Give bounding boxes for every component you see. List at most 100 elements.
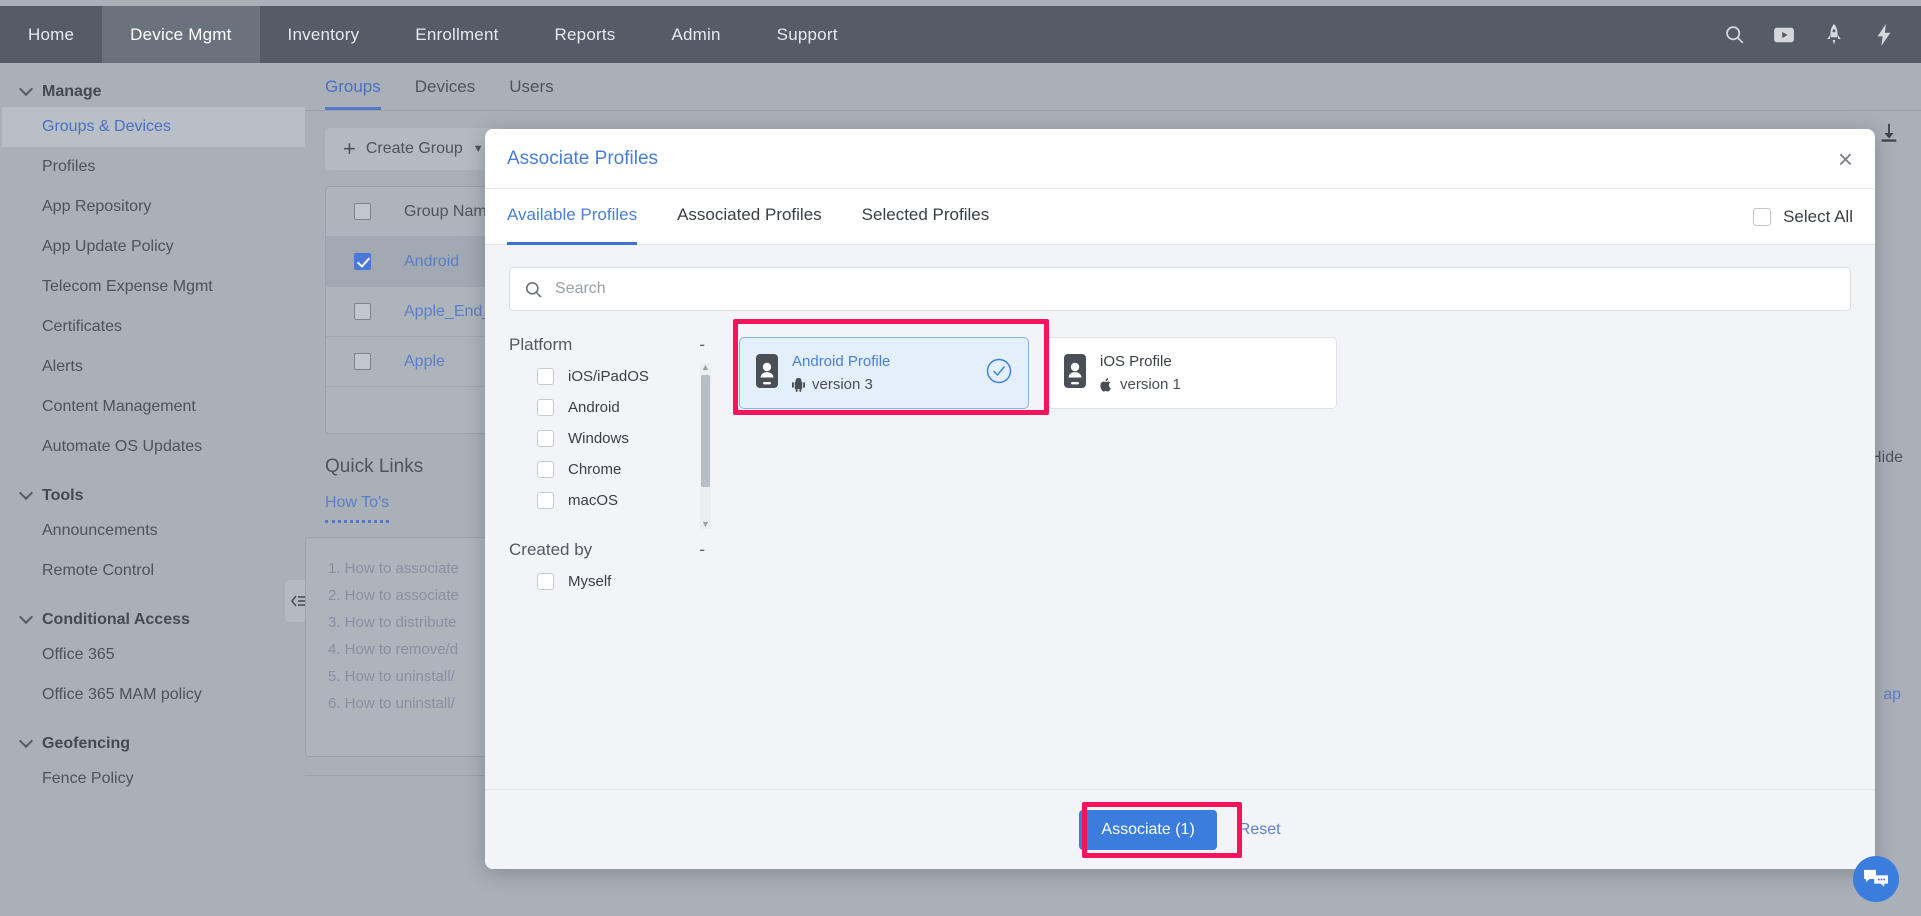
collapse-minus-icon[interactable]: -	[699, 540, 705, 560]
sidebar-group-manage: Manage Groups & Devices Profiles App Rep…	[2, 77, 305, 467]
sidebar-item-remote-control[interactable]: Remote Control	[2, 551, 305, 591]
rocket-icon[interactable]	[1823, 23, 1845, 46]
sidebar-item-groups-devices[interactable]: Groups & Devices	[2, 107, 305, 147]
tab-users[interactable]: Users	[509, 77, 553, 110]
collapse-minus-icon[interactable]: -	[699, 335, 705, 355]
sidebar-item-telecom-expense-mgmt[interactable]: Telecom Expense Mgmt	[2, 267, 305, 307]
sidebar-group-header-conditional-access[interactable]: Conditional Access	[2, 605, 305, 635]
sidebar-group-header-geofencing[interactable]: Geofencing	[2, 729, 305, 759]
sidebar-item-app-update-policy[interactable]: App Update Policy	[2, 227, 305, 267]
sidebar-group-title: Tools	[42, 487, 84, 504]
chat-support-button[interactable]	[1853, 856, 1899, 902]
search-icon[interactable]	[1723, 24, 1745, 46]
tab-selected-profiles[interactable]: Selected Profiles	[862, 189, 990, 245]
chevron-down-icon	[20, 614, 32, 626]
sidebar-item-office-365[interactable]: Office 365	[2, 635, 305, 675]
lightning-icon[interactable]	[1873, 23, 1895, 46]
search-input[interactable]	[555, 280, 1836, 298]
sidebar-group-tools: Tools Announcements Remote Control	[2, 481, 305, 591]
download-icon[interactable]	[1869, 115, 1909, 151]
dialog-footer: Associate (1) Reset	[485, 789, 1875, 869]
checkbox[interactable]	[537, 368, 554, 385]
row-checkbox[interactable]	[354, 353, 371, 370]
sidebar-group-geofencing: Geofencing Fence Policy	[2, 729, 305, 799]
profile-results-area: Android Profile version 3 iOS Profile ve…	[725, 311, 1875, 789]
profile-card-text: iOS Profile version 1	[1100, 353, 1320, 393]
search-bar	[509, 267, 1851, 311]
selected-check-icon[interactable]	[986, 358, 1012, 389]
video-icon[interactable]	[1773, 24, 1795, 46]
profile-version: version 1	[1100, 376, 1320, 393]
left-sidebar: Manage Groups & Devices Profiles App Rep…	[2, 63, 305, 914]
nav-item-enrollment[interactable]: Enrollment	[387, 6, 526, 63]
filter-scrollbar[interactable]: ▲ ▼	[700, 363, 711, 529]
map-link[interactable]: ap	[1883, 686, 1901, 704]
filter-option-myself[interactable]: Myself	[509, 566, 725, 597]
sidebar-item-profiles[interactable]: Profiles	[2, 147, 305, 187]
scroll-down-arrow-icon[interactable]: ▼	[701, 520, 710, 529]
nav-item-support[interactable]: Support	[749, 6, 866, 63]
quick-links-tab-how-tos[interactable]: How To's	[325, 494, 390, 523]
row-group-name[interactable]: Android	[404, 253, 459, 271]
nav-item-admin[interactable]: Admin	[643, 6, 748, 63]
nav-item-device-mgmt[interactable]: Device Mgmt	[102, 6, 260, 63]
sidebar-item-content-management[interactable]: Content Management	[2, 387, 305, 427]
filter-option-ios-ipados[interactable]: iOS/iPadOS	[509, 361, 725, 392]
row-checkbox[interactable]	[354, 303, 371, 320]
nav-item-reports[interactable]: Reports	[527, 6, 644, 63]
sidebar-item-automate-os-updates[interactable]: Automate OS Updates	[2, 427, 305, 467]
checkbox[interactable]	[537, 430, 554, 447]
sidebar-item-certificates[interactable]: Certificates	[2, 307, 305, 347]
associate-button[interactable]: Associate (1)	[1079, 809, 1217, 850]
profile-card-text: Android Profile version 3	[792, 353, 972, 393]
dialog-columns: Platform - iOS/iPadOS Android Windows Ch…	[485, 311, 1875, 789]
checkbox[interactable]	[537, 399, 554, 416]
select-all-checkbox[interactable]	[1753, 207, 1772, 226]
nav-item-home[interactable]: Home	[0, 6, 102, 63]
sidebar-item-office-365-mam-policy[interactable]: Office 365 MAM policy	[2, 675, 305, 715]
filter-option-chrome[interactable]: Chrome	[509, 454, 725, 485]
checkbox[interactable]	[537, 492, 554, 509]
filter-title: Platform	[509, 335, 573, 354]
chat-icon	[1864, 869, 1888, 887]
profile-card-list: Android Profile version 3 iOS Profile ve…	[739, 337, 1851, 409]
close-icon[interactable]: ×	[1838, 146, 1853, 172]
sidebar-item-announcements[interactable]: Announcements	[2, 511, 305, 551]
sidebar-item-app-repository[interactable]: App Repository	[2, 187, 305, 227]
sidebar-group-header-manage[interactable]: Manage	[2, 77, 305, 107]
nav-item-inventory[interactable]: Inventory	[260, 6, 388, 63]
row-group-name[interactable]: Apple	[404, 353, 445, 371]
plus-icon: +	[343, 136, 356, 161]
sidebar-item-fence-policy[interactable]: Fence Policy	[2, 759, 305, 799]
scrollbar-thumb[interactable]	[701, 375, 710, 487]
create-group-button[interactable]: + Create Group ▼	[325, 128, 502, 170]
filter-option-macos[interactable]: macOS	[509, 485, 725, 516]
profile-card-ios-profile[interactable]: iOS Profile version 1	[1047, 337, 1337, 409]
filter-option-windows[interactable]: Windows	[509, 423, 725, 454]
hide-link[interactable]: Hide	[1870, 449, 1903, 467]
sidebar-item-alerts[interactable]: Alerts	[2, 347, 305, 387]
checkbox[interactable]	[537, 573, 554, 590]
filter-title: Created by	[509, 540, 593, 559]
associate-profiles-dialog: Associate Profiles × Available Profiles …	[485, 129, 1875, 869]
select-all-rows-checkbox[interactable]	[354, 203, 371, 220]
sidebar-group-header-tools[interactable]: Tools	[2, 481, 305, 511]
profile-card-android-profile[interactable]: Android Profile version 3	[739, 337, 1029, 409]
filter-option-android[interactable]: Android	[509, 392, 725, 423]
profile-name: iOS Profile	[1100, 353, 1172, 370]
reset-link[interactable]: Reset	[1239, 821, 1281, 839]
dialog-footer-actions: Associate (1) Reset	[1079, 809, 1281, 850]
top-nav-items: Home Device Mgmt Inventory Enrollment Re…	[0, 6, 866, 63]
tab-associated-profiles[interactable]: Associated Profiles	[677, 189, 822, 245]
select-all-control[interactable]: Select All	[1753, 207, 1853, 227]
scroll-up-arrow-icon[interactable]: ▲	[701, 363, 710, 372]
tab-available-profiles[interactable]: Available Profiles	[507, 189, 638, 245]
chevron-down-icon	[20, 86, 32, 98]
tab-devices[interactable]: Devices	[415, 77, 475, 110]
tab-groups[interactable]: Groups	[325, 77, 381, 110]
checkbox[interactable]	[537, 461, 554, 478]
dialog-title: Associate Profiles	[507, 147, 659, 169]
row-checkbox[interactable]	[354, 253, 371, 270]
android-icon	[792, 377, 805, 392]
sidebar-group-title: Manage	[42, 83, 102, 100]
